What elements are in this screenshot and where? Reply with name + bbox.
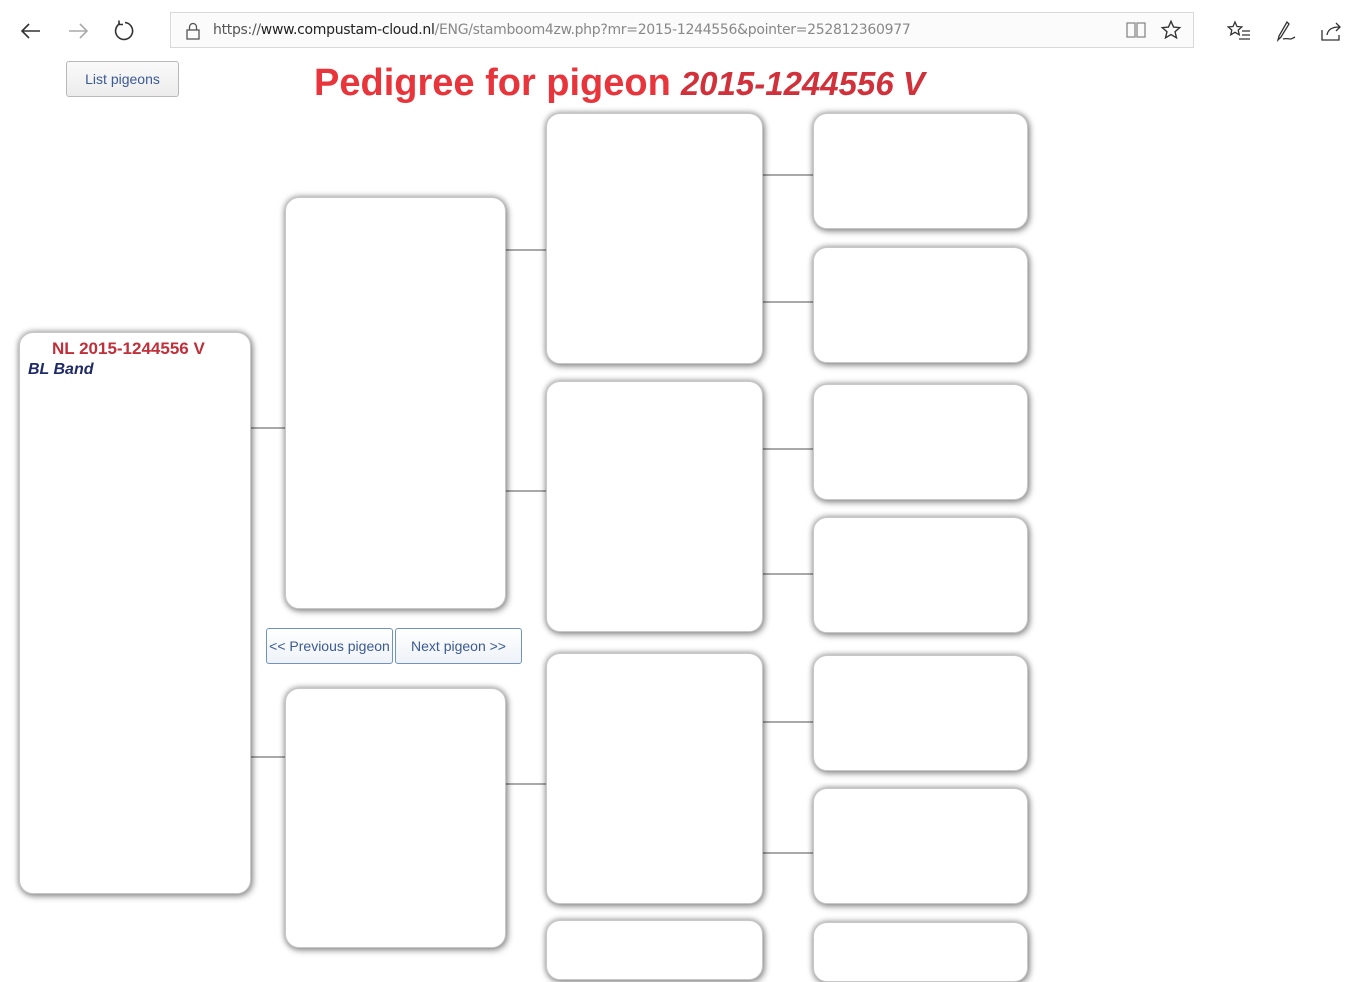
pigeon-card-grandparent[interactable]	[546, 920, 763, 980]
pigeon-card-father[interactable]	[285, 197, 506, 609]
connector	[762, 721, 814, 723]
lock-icon	[186, 22, 200, 40]
page-title: Pedigree for pigeon 2015-1244556 V	[314, 62, 925, 105]
refresh-icon	[114, 20, 134, 41]
favorite-button[interactable]	[1156, 15, 1186, 45]
connector	[506, 490, 547, 492]
url-host: www.compustam-cloud.nl	[260, 22, 435, 38]
connector	[762, 174, 814, 176]
pigeon-card-grandparent[interactable]	[546, 113, 763, 364]
next-pigeon-button[interactable]: Next pigeon >>	[395, 628, 522, 664]
forward-button[interactable]	[61, 14, 95, 48]
favorites-list-icon	[1227, 20, 1250, 40]
pigeon-card-great-grandparent[interactable]	[813, 655, 1028, 771]
reading-view-icon	[1126, 22, 1146, 38]
back-icon	[20, 23, 40, 39]
connector	[762, 573, 814, 575]
connector	[762, 301, 814, 303]
previous-pigeon-button[interactable]: << Previous pigeon	[266, 628, 393, 664]
forward-icon	[69, 23, 89, 39]
favorite-star-icon	[1160, 19, 1182, 40]
share-icon	[1321, 22, 1341, 41]
favorites-list-button[interactable]	[1224, 16, 1254, 46]
title-text: Pedigree for pigeon	[314, 62, 671, 104]
connector	[506, 783, 547, 785]
pen-icon	[1276, 20, 1296, 42]
url-path: /ENG/stamboom4zw.php?mr=2015-1244556&poi…	[434, 22, 911, 38]
connector	[762, 448, 814, 450]
refresh-button[interactable]	[108, 14, 142, 48]
pigeon-card-great-grandparent[interactable]	[813, 113, 1028, 229]
url-text[interactable]: https://www.compustam-cloud.nl/ENG/stamb…	[213, 22, 911, 38]
browser-toolbar: https://www.compustam-cloud.nl/ENG/stamb…	[0, 0, 1368, 60]
notes-button[interactable]	[1270, 16, 1300, 46]
connector	[251, 427, 286, 429]
pigeon-card-grandparent[interactable]	[546, 653, 763, 904]
pigeon-ring: NL 2015-1244556 V	[52, 339, 205, 358]
share-button[interactable]	[1317, 16, 1347, 46]
pigeon-card-great-grandparent[interactable]	[813, 247, 1028, 363]
connector	[251, 756, 286, 758]
pigeon-card-main[interactable]: NL 2015-1244556 V BL Band	[19, 332, 251, 894]
back-button[interactable]	[14, 14, 48, 48]
pigeon-card-grandparent[interactable]	[546, 381, 763, 632]
connector	[506, 249, 547, 251]
pigeon-card-mother[interactable]	[285, 688, 506, 948]
pigeon-card-great-grandparent[interactable]	[813, 517, 1028, 633]
connector	[762, 852, 814, 854]
pigeon-card-great-grandparent[interactable]	[813, 922, 1028, 982]
title-ring-number: 2015-1244556 V	[680, 65, 925, 102]
address-bar[interactable]: https://www.compustam-cloud.nl/ENG/stamb…	[170, 12, 1194, 48]
reading-view-button[interactable]	[1121, 15, 1151, 45]
list-pigeons-button[interactable]: List pigeons	[66, 61, 179, 97]
pigeon-card-great-grandparent[interactable]	[813, 788, 1028, 904]
pigeon-color: BL Band	[28, 361, 94, 378]
pigeon-card-great-grandparent[interactable]	[813, 384, 1028, 500]
url-prefix: https://	[213, 22, 261, 38]
